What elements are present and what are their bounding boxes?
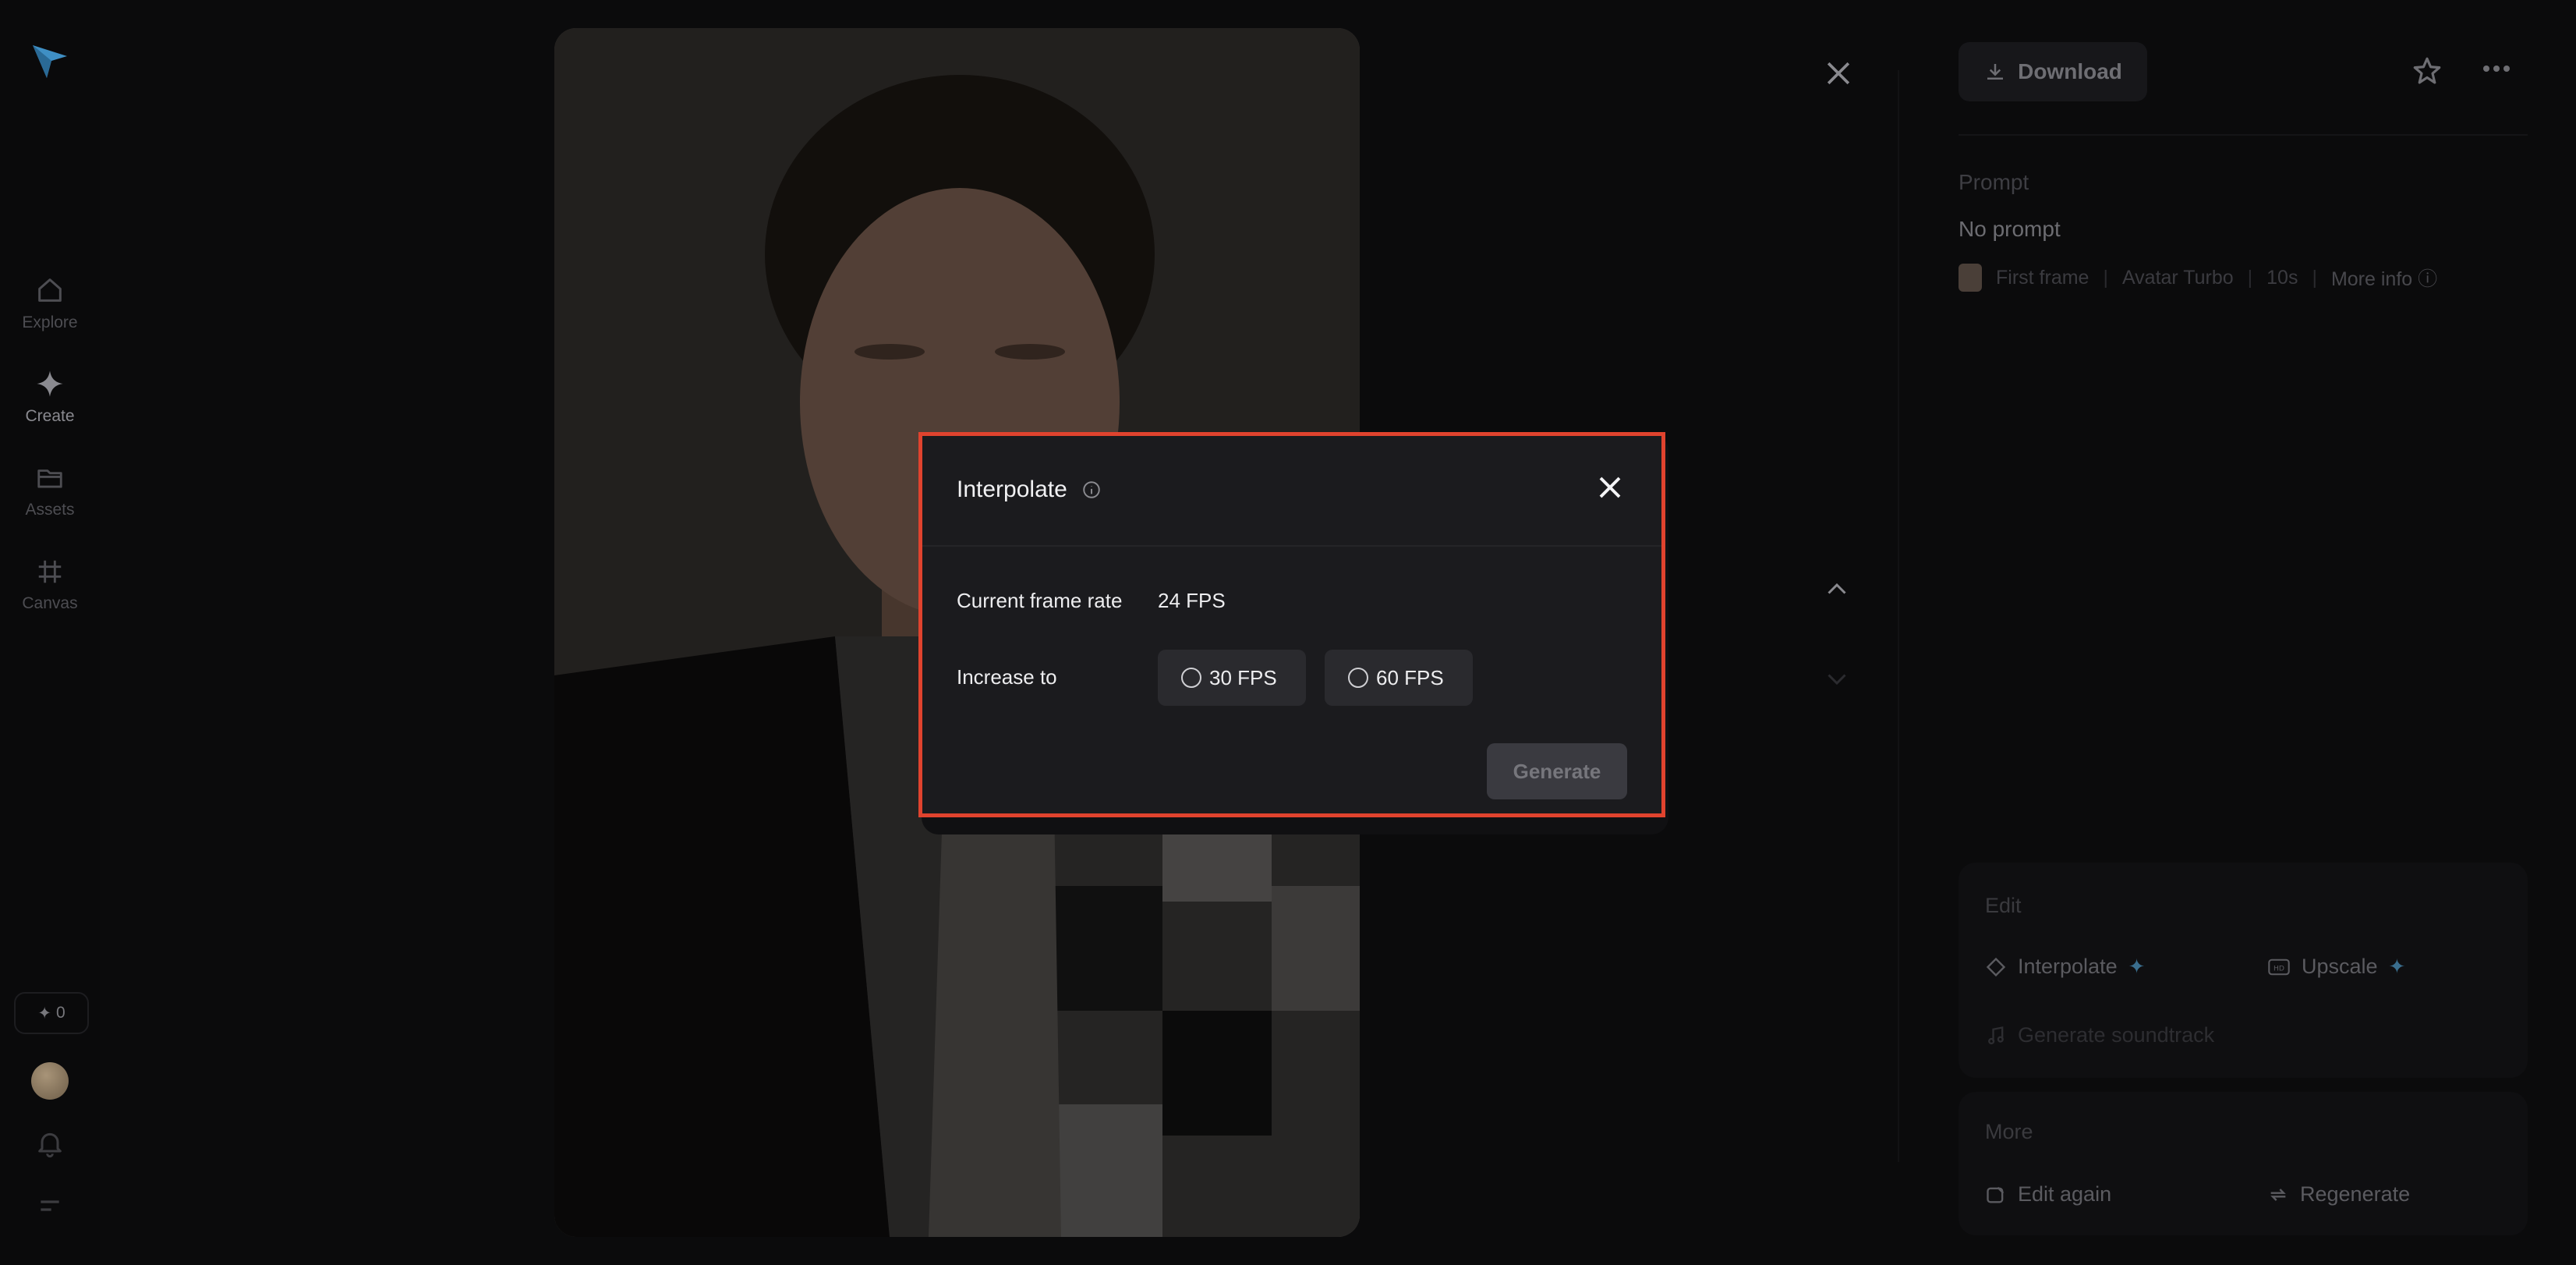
app-logo-icon[interactable]	[30, 41, 70, 81]
dialog-separator	[922, 545, 1661, 547]
radio-icon	[1348, 668, 1368, 688]
chevron-up-icon[interactable]	[1823, 576, 1851, 604]
more-info-link[interactable]: More info ⓘ	[2331, 264, 2437, 292]
model-label: Avatar Turbo	[2121, 266, 2234, 289]
regenerate-action[interactable]: Regenerate	[2267, 1182, 2410, 1207]
svg-text:HD: HD	[2273, 964, 2284, 973]
menu-icon[interactable]	[34, 1190, 65, 1221]
sidebar-item-canvas[interactable]: Canvas	[0, 557, 100, 613]
folder-icon	[37, 470, 62, 488]
info-icon: ⓘ	[2418, 268, 2438, 290]
info-icon[interactable]	[1081, 480, 1102, 500]
edit-again-action[interactable]: Edit again	[1985, 1182, 2111, 1207]
first-frame-label: First frame	[1996, 266, 2089, 289]
credits-count: 0	[55, 1004, 65, 1022]
canvas-grid-icon	[38, 560, 62, 583]
duration-label: 10s	[2266, 266, 2298, 289]
edit-icon	[1987, 1186, 2005, 1203]
current-frame-rate-value: 24 FPS	[1158, 589, 1226, 612]
bell-icon[interactable]	[34, 1128, 65, 1159]
more-title: More	[1985, 1120, 2033, 1143]
sidebar-item-label: Create	[25, 407, 75, 425]
credits-badge[interactable]: ✦ 0	[14, 992, 89, 1034]
music-note-icon	[1988, 1026, 2004, 1044]
user-avatar[interactable]	[31, 1062, 69, 1100]
hd-icon: HD	[2268, 958, 2290, 975]
prompt-value: No prompt	[1959, 217, 2061, 241]
generation-meta: First frame | Avatar Turbo | 10s | More …	[1959, 264, 2437, 292]
close-viewer-icon[interactable]	[1821, 56, 1856, 90]
sidebar-item-explore[interactable]: Explore	[0, 275, 100, 332]
download-icon	[1987, 64, 2004, 80]
panel-separator	[1959, 134, 2528, 136]
generate-soundtrack-action[interactable]: Generate soundtrack	[1985, 1023, 2214, 1047]
panel-divider	[1898, 70, 1899, 1162]
edit-title: Edit	[1985, 894, 2022, 917]
close-dialog-icon[interactable]	[1596, 473, 1624, 501]
chevron-down-icon[interactable]	[1823, 664, 1851, 693]
increase-to-label: Increase to	[957, 665, 1057, 689]
premium-sparkle-icon: ✦	[2128, 955, 2146, 978]
fps-option-60[interactable]: 60 FPS	[1325, 650, 1473, 706]
left-sidebar: Explore Create Assets Canvas ✦ 0	[0, 0, 100, 1265]
credit-sparkle-icon: ✦	[37, 1004, 51, 1022]
radio-icon	[1181, 668, 1201, 688]
home-icon	[38, 278, 62, 302]
current-frame-rate-label: Current frame rate	[957, 589, 1123, 612]
sidebar-item-assets[interactable]: Assets	[0, 463, 100, 519]
interpolate-dialog: Interpolate Current frame rate 24 FPS In…	[918, 432, 1665, 817]
regenerate-icon	[2270, 1188, 2286, 1201]
more-options-icon[interactable]	[2482, 64, 2511, 73]
interpolate-icon	[1986, 957, 2006, 976]
dialog-title: Interpolate	[957, 477, 1102, 503]
generate-button[interactable]: Generate	[1487, 743, 1627, 799]
sparkle-icon	[37, 370, 63, 397]
prompt-label: Prompt	[1959, 170, 2029, 194]
edit-card: Edit Interpolate ✦ HD Upscale ✦ Generate…	[1959, 863, 2528, 1078]
first-frame-thumbnail	[1959, 264, 1982, 292]
fps-option-30[interactable]: 30 FPS	[1158, 650, 1306, 706]
sidebar-item-label: Canvas	[22, 594, 78, 612]
star-icon[interactable]	[2411, 55, 2443, 87]
sidebar-item-label: Explore	[22, 314, 78, 331]
interpolate-action[interactable]: Interpolate ✦	[1985, 955, 2145, 979]
more-card: More Edit again Regenerate	[1959, 1092, 2528, 1235]
download-label: Download	[2018, 59, 2122, 83]
upscale-action[interactable]: HD Upscale ✦	[2267, 955, 2405, 979]
sidebar-item-label: Assets	[25, 501, 75, 519]
download-button[interactable]: Download	[1959, 42, 2147, 101]
premium-sparkle-icon: ✦	[2388, 955, 2406, 978]
sidebar-item-create[interactable]: Create	[0, 368, 100, 426]
